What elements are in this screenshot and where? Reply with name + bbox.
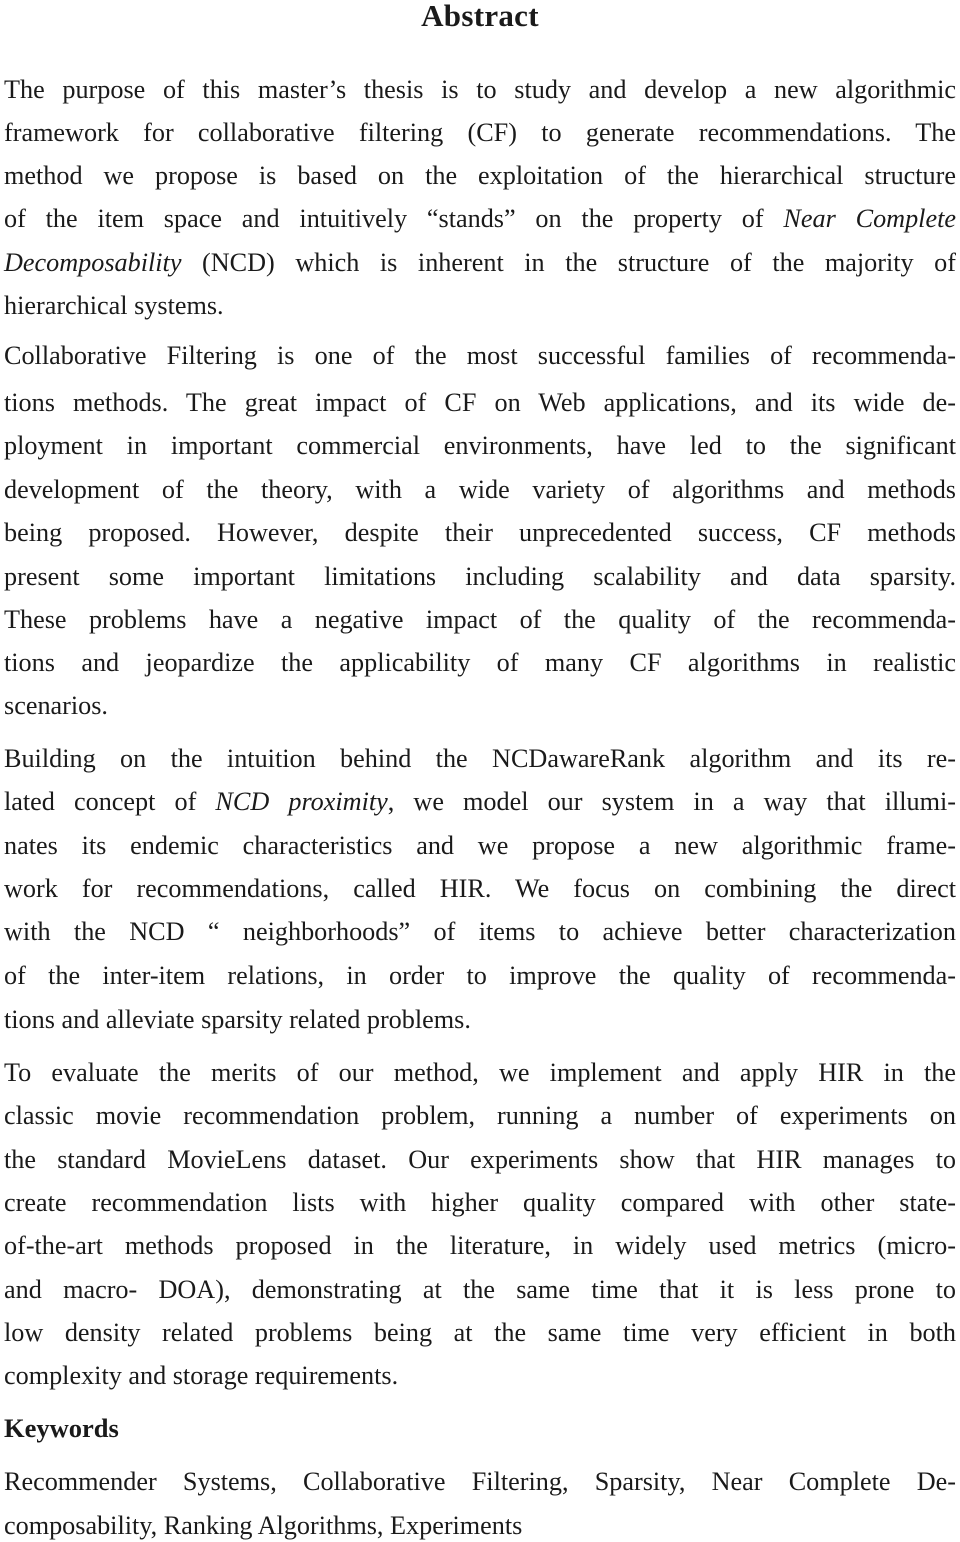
text-line: scenarios.: [4, 691, 108, 720]
text-line: low density related problems being at th…: [4, 1318, 956, 1347]
text-line: of the inter-item relations, in order to…: [4, 961, 956, 990]
text-line: complexity and storage requirements.: [4, 1361, 399, 1390]
italic-term: NCD proximity: [215, 787, 388, 816]
text-line: Recommender Systems, Collaborative Filte…: [4, 1467, 956, 1496]
text-line: Building on the intuition behind the NCD…: [4, 744, 956, 773]
text-span: (NCD) which is inherent in the structure…: [181, 248, 956, 277]
keywords-heading: Keywords: [4, 1413, 119, 1443]
text-line: development of the theory, with a wide v…: [4, 475, 956, 504]
text-line: method we propose is based on the exploi…: [4, 161, 956, 190]
text-line: To evaluate the merits of our method, we…: [4, 1058, 956, 1087]
text-line: with the NCD “ neighborhoods” of items t…: [4, 917, 956, 946]
text-line: nates its endemic characteristics and we…: [4, 831, 956, 860]
text-line: The purpose of this master’s thesis is t…: [4, 75, 956, 104]
text-line: tions and alleviate sparsity related pro…: [4, 1005, 471, 1034]
text-span: , we model our system in a way that illu…: [387, 787, 956, 816]
text-line: create recommendation lists with higher …: [4, 1188, 956, 1217]
text-line: being proposed. However, despite their u…: [4, 518, 956, 547]
text-line: hierarchical systems.: [4, 291, 224, 320]
text-line: work for recommendations, called HIR. We…: [4, 874, 956, 903]
text-line: lated concept of NCD proximity, we model…: [4, 786, 956, 818]
text-line: classic movie recommendation problem, ru…: [4, 1101, 956, 1130]
text-line: composability, Ranking Algorithms, Exper…: [4, 1511, 523, 1540]
text-line: of-the-art methods proposed in the liter…: [4, 1231, 956, 1260]
text-span: of the item space and intuitively “stand…: [4, 204, 784, 233]
italic-term: Near Complete: [783, 204, 956, 233]
text-line: ployment in important commercial environ…: [4, 431, 956, 460]
text-line: and macro- DOA), demonstrating at the sa…: [4, 1275, 956, 1304]
text-span: lated concept of: [4, 787, 216, 816]
text-line: Collaborative Filtering is one of the mo…: [4, 341, 956, 370]
text-line: of the item space and intuitively “stand…: [4, 203, 956, 235]
text-line: Decomposability (NCD) which is inherent …: [4, 247, 956, 279]
text-line: tions and jeopardize the applicability o…: [4, 648, 956, 677]
text-line: tions methods. The great impact of CF on…: [4, 388, 956, 417]
abstract-title: Abstract: [421, 0, 539, 33]
text-line: framework for collaborative filtering (C…: [4, 118, 956, 147]
italic-term: Decomposability: [4, 248, 182, 277]
text-line: the standard MovieLens dataset. Our expe…: [4, 1145, 956, 1174]
text-line: present some important limitations inclu…: [4, 562, 956, 591]
text-line: These problems have a negative impact of…: [4, 605, 956, 634]
